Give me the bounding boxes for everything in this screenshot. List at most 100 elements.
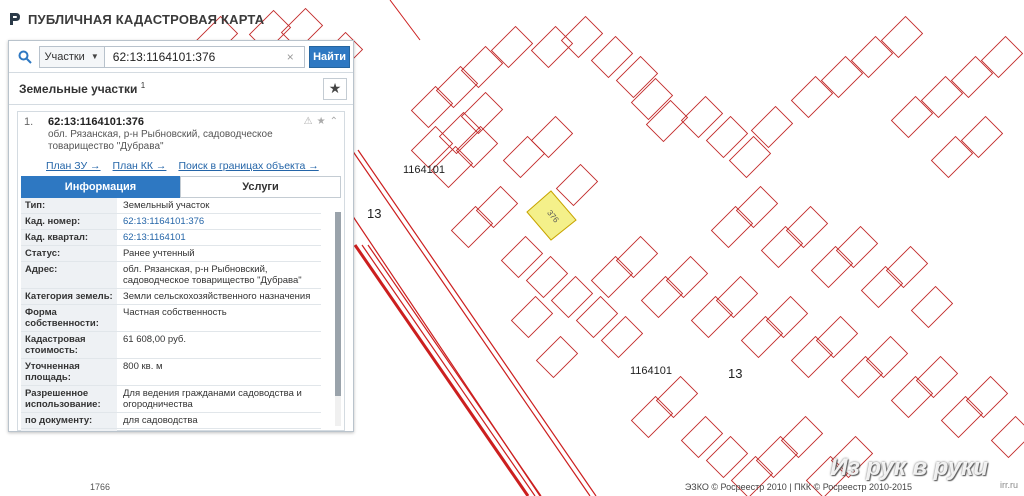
collapse-chevron-icon[interactable]: ⌃ — [330, 116, 338, 127]
parcel[interactable] — [785, 205, 829, 249]
parcel[interactable] — [728, 135, 772, 179]
parcel[interactable] — [555, 163, 599, 207]
chevron-down-icon: ▼ — [90, 52, 99, 61]
parcel[interactable] — [860, 265, 904, 309]
parcel[interactable] — [640, 275, 684, 319]
parcel[interactable] — [435, 65, 479, 109]
result-title[interactable]: 62:13:1164101:376 — [48, 116, 338, 128]
scrollbar[interactable] — [335, 212, 341, 426]
parcel[interactable] — [525, 255, 569, 299]
parcel[interactable] — [815, 315, 859, 359]
parcel[interactable] — [940, 395, 984, 439]
parcel[interactable] — [880, 15, 924, 59]
result-item-header: 1. 62:13:1164101:376 обл. Рязанская, р-н… — [18, 112, 344, 160]
search-in-bounds-link[interactable]: Поиск в границах объекта → — [178, 160, 318, 174]
parcel[interactable] — [690, 295, 734, 339]
attribute-key: Форма собственности: — [21, 305, 117, 331]
result-card: 1. 62:13:1164101:376 обл. Рязанская, р-н… — [17, 111, 345, 431]
parcel[interactable] — [460, 45, 504, 89]
parcel[interactable] — [475, 185, 519, 229]
parcel[interactable] — [750, 105, 794, 149]
plan-kk-link[interactable]: План КК → — [113, 160, 167, 174]
parcel[interactable] — [490, 25, 534, 69]
parcel[interactable] — [915, 355, 959, 399]
parcel[interactable] — [590, 255, 634, 299]
search-icon[interactable] — [12, 44, 39, 70]
parcel[interactable] — [410, 85, 454, 129]
parcel[interactable] — [950, 55, 994, 99]
attribute-value: обл. Рязанская, р-н Рыбновский, садоводч… — [123, 264, 302, 286]
parcel[interactable] — [960, 115, 1004, 159]
parcel[interactable] — [680, 415, 724, 459]
attribute-row: Кадастровая стоимость: 61 608,00 руб. — [21, 332, 321, 359]
parcel[interactable] — [410, 125, 454, 169]
parcel[interactable] — [780, 415, 824, 459]
parcel[interactable] — [920, 75, 964, 119]
favorites-star-button[interactable]: ★ — [323, 77, 347, 100]
parcel[interactable] — [865, 335, 909, 379]
attribute-key: Кадастровый инженер: — [21, 429, 117, 431]
clear-icon[interactable]: × — [287, 50, 299, 64]
parcel[interactable] — [790, 335, 834, 379]
parcel[interactable] — [535, 335, 579, 379]
tab-info[interactable]: Информация — [21, 176, 180, 198]
search-input[interactable] — [104, 45, 305, 68]
parcel[interactable] — [840, 355, 884, 399]
parcel[interactable] — [735, 185, 779, 229]
parcel[interactable] — [560, 15, 604, 59]
parcel[interactable] — [885, 245, 929, 289]
parcel[interactable] — [500, 235, 544, 279]
parcel[interactable] — [615, 55, 659, 99]
parcel[interactable] — [530, 115, 574, 159]
attribute-value: для садоводства — [123, 415, 198, 426]
plan-zu-link[interactable]: План ЗУ → — [46, 160, 101, 174]
parcel[interactable] — [450, 205, 494, 249]
find-button[interactable]: Найти — [309, 45, 350, 68]
parcel[interactable] — [755, 435, 799, 479]
parcel[interactable] — [510, 295, 554, 339]
quarter-label-2: 1164101 — [630, 365, 672, 377]
parcel[interactable] — [550, 275, 594, 319]
parcel[interactable] — [705, 115, 749, 159]
parcel[interactable] — [790, 75, 834, 119]
parcel[interactable] — [715, 275, 759, 319]
attribute-value[interactable]: 62:13:1164101:376 — [117, 214, 321, 229]
result-number: 1. — [24, 116, 34, 128]
parcel[interactable] — [910, 285, 954, 329]
parcel[interactable] — [705, 435, 749, 479]
search-type-select[interactable]: Участки ▼ — [38, 45, 105, 68]
parcel[interactable] — [630, 395, 674, 439]
parcel[interactable] — [740, 315, 784, 359]
parcel[interactable] — [760, 225, 804, 269]
attribute-key: Тип: — [21, 198, 117, 213]
parcel[interactable] — [835, 225, 879, 269]
attribute-key: Кад. квартал: — [21, 230, 117, 245]
parcel[interactable] — [765, 295, 809, 339]
parcel[interactable] — [502, 135, 546, 179]
parcel[interactable] — [980, 35, 1024, 79]
star-icon[interactable]: ★ — [317, 116, 326, 127]
parcel[interactable] — [930, 135, 974, 179]
parcel[interactable] — [630, 77, 674, 121]
parcel[interactable] — [655, 375, 699, 419]
warning-icon[interactable]: ⚠ — [304, 116, 313, 127]
parcel[interactable] — [820, 55, 864, 99]
parcel[interactable] — [615, 235, 659, 279]
parcel[interactable] — [710, 205, 754, 249]
app-header: ПУБЛИЧНАЯ КАДАСТРОВАЯ КАРТА — [8, 8, 264, 30]
attribute-value[interactable]: 62:13:1164101 — [117, 230, 321, 245]
parcel[interactable] — [665, 255, 709, 299]
parcel[interactable] — [850, 35, 894, 79]
parcel[interactable] — [590, 35, 634, 79]
parcel[interactable] — [890, 375, 934, 419]
search-panel: Участки ▼ × Найти Земельные участки 1 ★ … — [8, 40, 354, 432]
parcel[interactable] — [810, 245, 854, 289]
tab-services[interactable]: Услуги — [180, 176, 341, 198]
parcel[interactable] — [600, 315, 644, 359]
parcel[interactable] — [965, 375, 1009, 419]
parcel[interactable] — [990, 415, 1024, 459]
parcel[interactable] — [530, 25, 574, 69]
parcel[interactable] — [890, 95, 934, 139]
scrollbar-thumb[interactable] — [335, 212, 341, 396]
parcel[interactable] — [575, 295, 619, 339]
